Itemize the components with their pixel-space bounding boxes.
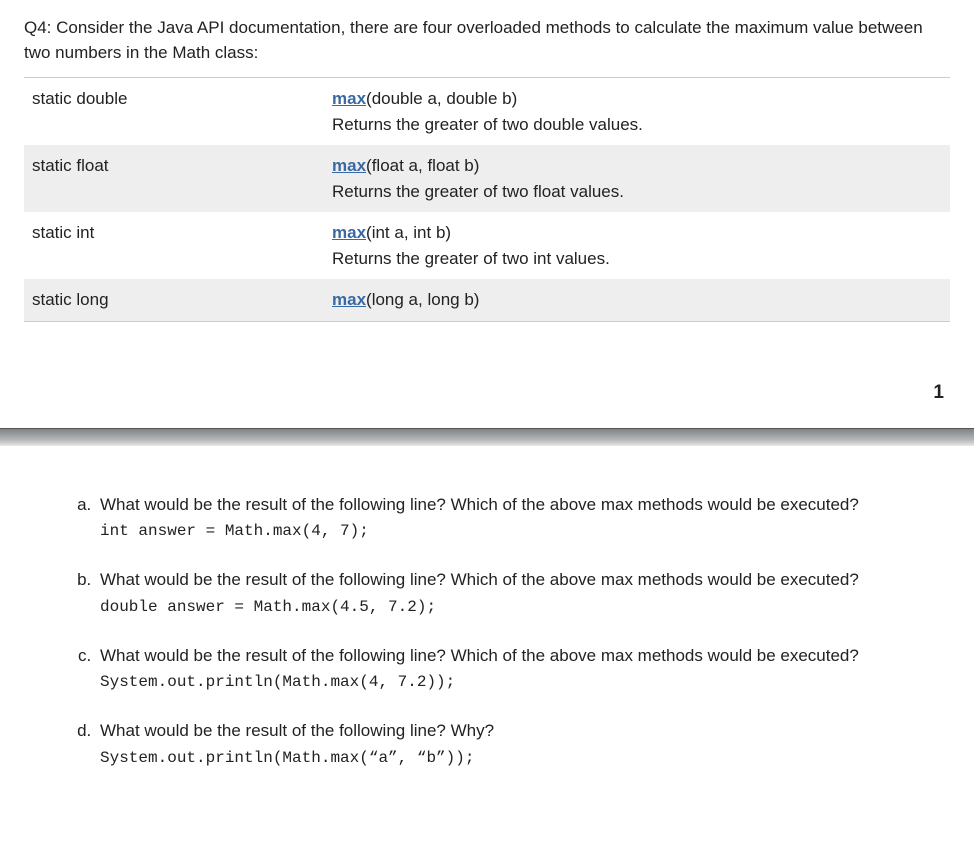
modifier-cell: static double <box>24 78 324 146</box>
question-intro: Q4: Consider the Java API documentation,… <box>24 16 950 65</box>
page-1: Q4: Consider the Java API documentation,… <box>0 0 974 428</box>
code-line: System.out.println(Math.max(4, 7.2)); <box>100 670 950 694</box>
subquestion-text: What would be the result of the followin… <box>100 570 859 589</box>
api-table: static double max(double a, double b) Re… <box>24 77 950 322</box>
method-cell: max(float a, float b) Returns the greate… <box>324 145 950 212</box>
subquestion-text: What would be the result of the followin… <box>100 495 859 514</box>
table-row: static long max(long a, long b) <box>24 279 950 321</box>
subquestion-text: What would be the result of the followin… <box>100 646 859 665</box>
method-desc: Returns the greater of two double values… <box>332 115 643 134</box>
method-link[interactable]: max <box>332 290 366 309</box>
modifier-cell: static float <box>24 145 324 212</box>
code-line: System.out.println(Math.max(“a”, “b”)); <box>100 746 950 770</box>
method-cell: max(double a, double b) Returns the grea… <box>324 78 950 146</box>
page-2: What would be the result of the followin… <box>0 446 974 770</box>
method-link[interactable]: max <box>332 89 366 108</box>
table-row: static int max(int a, int b) Returns the… <box>24 212 950 279</box>
page-number: 1 <box>24 322 950 428</box>
subquestion-b: What would be the result of the followin… <box>96 567 950 619</box>
method-signature: (double a, double b) <box>366 89 517 108</box>
modifier-cell: static long <box>24 279 324 321</box>
method-link[interactable]: max <box>332 223 366 242</box>
subquestion-text: What would be the result of the followin… <box>100 721 494 740</box>
method-link[interactable]: max <box>332 156 366 175</box>
method-desc: Returns the greater of two float values. <box>332 182 624 201</box>
table-row: static float max(float a, float b) Retur… <box>24 145 950 212</box>
method-signature: (int a, int b) <box>366 223 451 242</box>
code-line: double answer = Math.max(4.5, 7.2); <box>100 595 950 619</box>
modifier-cell: static int <box>24 212 324 279</box>
page-divider <box>0 428 974 446</box>
code-line: int answer = Math.max(4, 7); <box>100 519 950 543</box>
subquestion-list: What would be the result of the followin… <box>24 492 950 770</box>
subquestion-a: What would be the result of the followin… <box>96 492 950 544</box>
method-signature: (float a, float b) <box>366 156 479 175</box>
table-row: static double max(double a, double b) Re… <box>24 78 950 146</box>
method-cell: max(int a, int b) Returns the greater of… <box>324 212 950 279</box>
method-signature: (long a, long b) <box>366 290 479 309</box>
subquestion-d: What would be the result of the followin… <box>96 718 950 770</box>
subquestion-c: What would be the result of the followin… <box>96 643 950 695</box>
method-desc: Returns the greater of two int values. <box>332 249 610 268</box>
method-cell: max(long a, long b) <box>324 279 950 321</box>
